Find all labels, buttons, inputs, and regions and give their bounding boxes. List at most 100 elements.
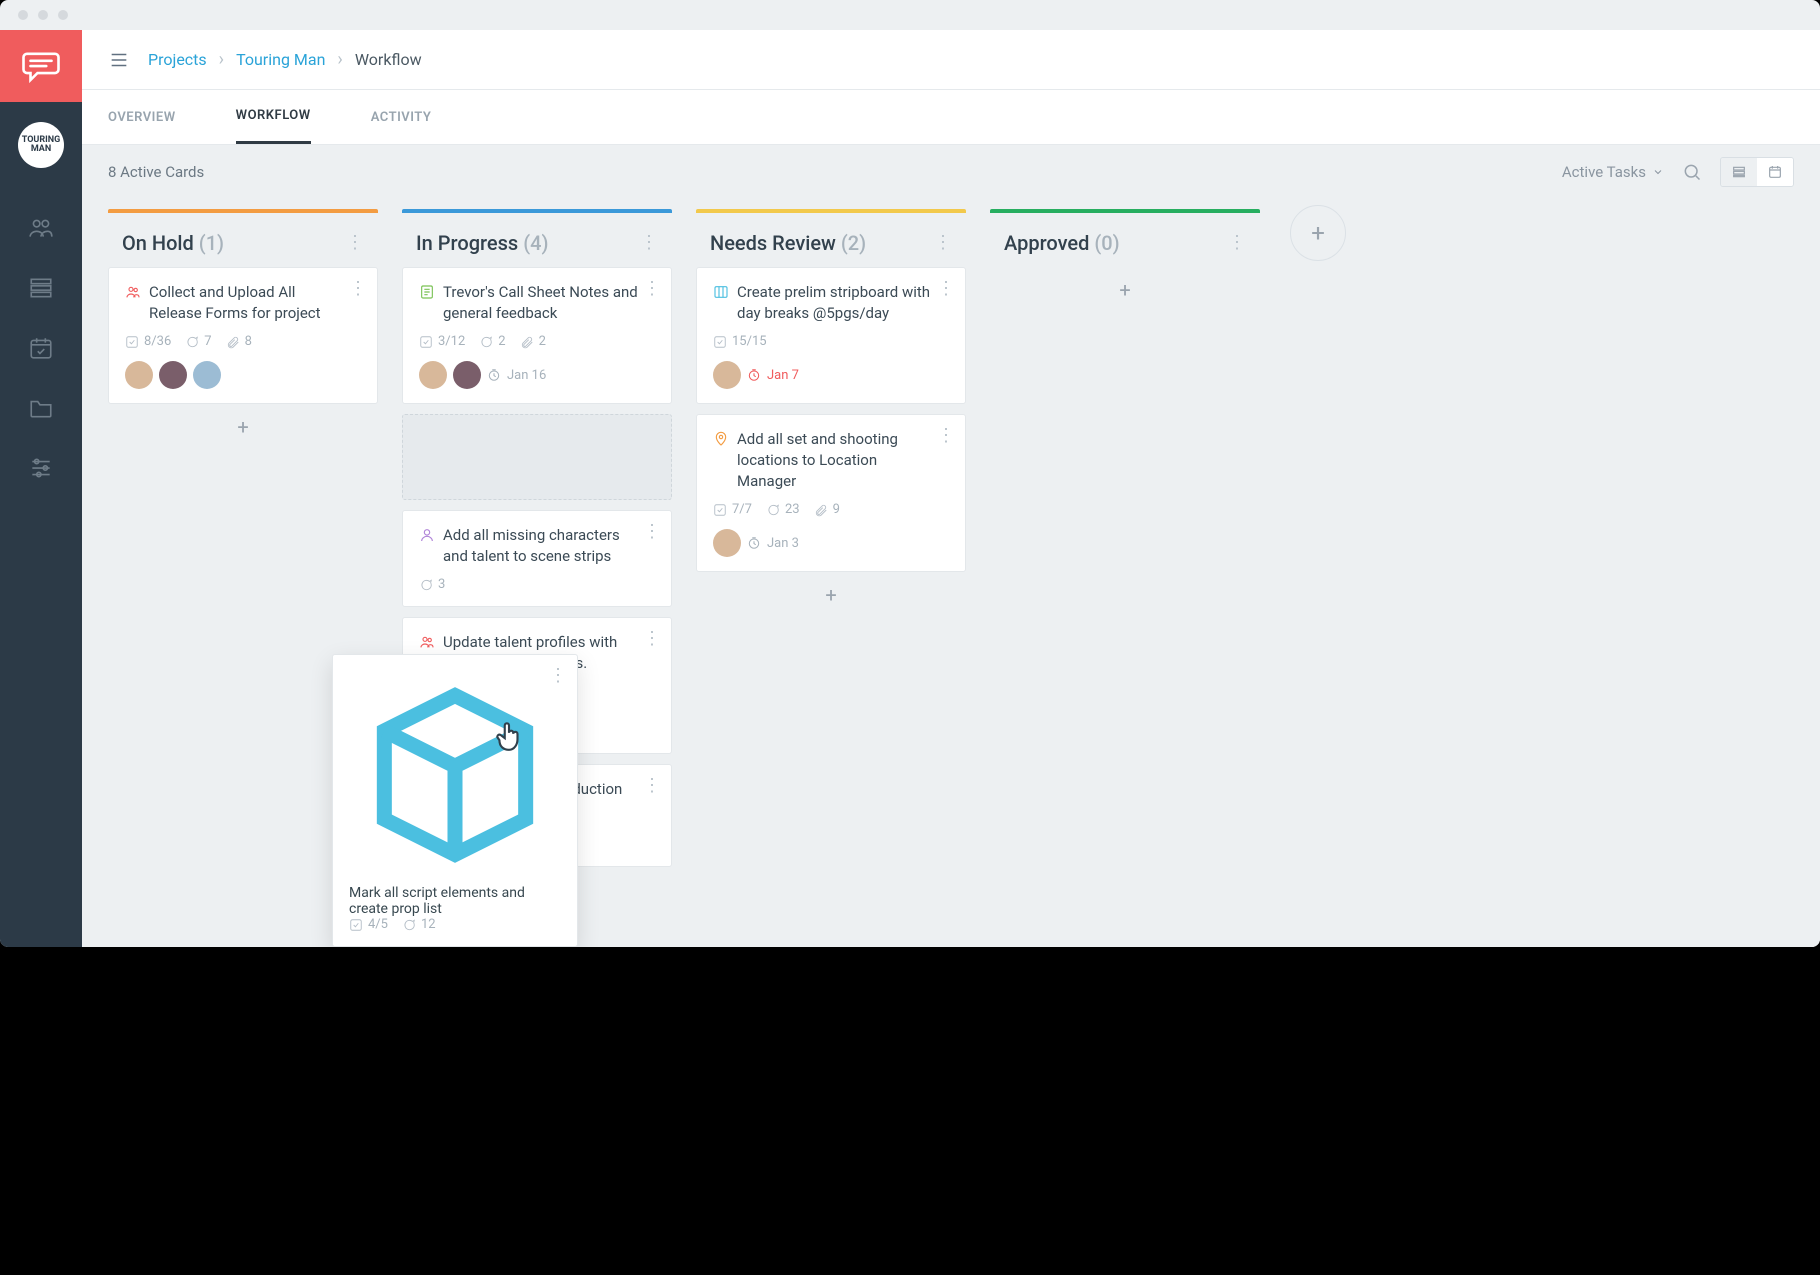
avatar <box>193 361 221 389</box>
add-card-button[interactable]: + <box>696 578 966 612</box>
column-onhold: On Hold (1)⋮⋮Collect and Upload All Rele… <box>108 209 378 444</box>
stack-icon <box>28 275 54 301</box>
people-icon <box>419 634 435 650</box>
column-title: Approved (0) <box>1004 231 1120 255</box>
nav-stack[interactable] <box>0 258 82 318</box>
nav-folder[interactable] <box>0 378 82 438</box>
column-header: Needs Review (2) ⋮ <box>696 213 966 267</box>
card-due-date: Jan 7 <box>747 368 799 383</box>
chevron-right-icon: › <box>219 49 224 70</box>
traffic-dot <box>58 10 68 20</box>
column-header: Approved (0) ⋮ <box>990 213 1260 267</box>
column-title: In Progress (4) <box>416 231 549 255</box>
view-toggle <box>1720 157 1794 187</box>
column-menu[interactable]: ⋮ <box>934 234 952 252</box>
card-title: Trevor's Call Sheet Notes and general fe… <box>443 282 655 324</box>
pin-icon <box>713 431 729 447</box>
column-title: On Hold (1) <box>122 231 224 255</box>
breadcrumb-projects[interactable]: Projects <box>148 50 207 69</box>
card-avatars: Jan 7 <box>713 361 949 389</box>
card-avatars: Jan 16 <box>419 361 655 389</box>
card-menu[interactable]: ⋮ <box>643 630 661 648</box>
column-approved: Approved (0) ⋮ + <box>990 209 1260 307</box>
char-icon <box>419 527 435 543</box>
card-title: Create prelim stripboard with day breaks… <box>737 282 949 324</box>
cube-icon <box>349 869 561 885</box>
card-menu[interactable]: ⋮ <box>349 280 367 298</box>
add-card-button[interactable]: + <box>990 273 1260 307</box>
add-column-button[interactable]: + <box>1290 205 1346 261</box>
search-button[interactable] <box>1682 162 1702 182</box>
breadcrumb-current: Workflow <box>355 50 422 69</box>
column-menu[interactable]: ⋮ <box>346 234 364 252</box>
card[interactable]: ⋮Create prelim stripboard with day break… <box>696 267 966 404</box>
window-chrome <box>0 0 1820 30</box>
filter-label: Active Tasks <box>1562 163 1646 181</box>
card-menu[interactable]: ⋮ <box>937 427 955 445</box>
brand-logo[interactable] <box>0 30 82 102</box>
tab-activity[interactable]: ACTIVITY <box>371 90 432 144</box>
chevron-right-icon: › <box>337 49 342 70</box>
card[interactable]: ⋮Collect and Upload All Release Forms fo… <box>108 267 378 404</box>
card-menu[interactable]: ⋮ <box>549 667 567 685</box>
column-header: On Hold (1) ⋮ <box>108 213 378 267</box>
people-icon <box>28 215 54 241</box>
card-title: Mark all script elements and create prop… <box>349 885 561 917</box>
card-menu[interactable]: ⋮ <box>643 777 661 795</box>
card-avatars <box>125 361 361 389</box>
column-title: Needs Review (2) <box>710 231 866 255</box>
sidebar: TOURING MAN <box>0 30 82 947</box>
breadcrumb-project[interactable]: Touring Man <box>236 50 325 69</box>
kanban-board: On Hold (1)⋮⋮Collect and Upload All Rele… <box>82 199 1820 947</box>
column-header: In Progress (4) ⋮ <box>402 213 672 267</box>
card-comments: 12 <box>402 917 436 932</box>
nav-people[interactable] <box>0 198 82 258</box>
card-comments: 2 <box>479 334 505 349</box>
card-menu[interactable]: ⋮ <box>643 523 661 541</box>
calendar-icon <box>1767 164 1783 180</box>
column-review: Needs Review (2)⋮⋮Create prelim stripboa… <box>696 209 966 612</box>
card[interactable]: ⋮Add all missing characters and talent t… <box>402 510 672 607</box>
tab-workflow[interactable]: WORKFLOW <box>236 90 311 144</box>
card-avatars: Jan 3 <box>713 529 949 557</box>
avatar <box>713 529 741 557</box>
view-calendar[interactable] <box>1757 158 1793 186</box>
card-comments: 23 <box>766 502 800 517</box>
nav-calendar[interactable] <box>0 318 82 378</box>
calendar-check-icon <box>28 335 54 361</box>
avatar <box>713 361 741 389</box>
card-title: Collect and Upload All Release Forms for… <box>149 282 361 324</box>
column-cards: ⋮Create prelim stripboard with day break… <box>696 267 966 578</box>
card-checks: 7/7 <box>713 502 752 517</box>
list-icon <box>1731 164 1747 180</box>
add-card-button[interactable]: + <box>108 410 378 444</box>
project-avatar-label: TOURING MAN <box>18 136 64 154</box>
sliders-icon <box>28 455 54 481</box>
people-icon <box>125 284 141 300</box>
main: Projects › Touring Man › Workflow OVERVI… <box>82 30 1820 947</box>
tab-overview[interactable]: OVERVIEW <box>108 90 176 144</box>
search-icon <box>1682 162 1702 182</box>
avatar <box>125 361 153 389</box>
card[interactable]: ⋮Add all set and shooting locations to L… <box>696 414 966 572</box>
breadcrumb: Projects › Touring Man › Workflow <box>148 49 422 70</box>
dragging-card[interactable]: ⋮ Mark all script elements and create pr… <box>332 654 578 947</box>
card-menu[interactable]: ⋮ <box>937 280 955 298</box>
sheet-icon <box>419 284 435 300</box>
avatar <box>419 361 447 389</box>
column-menu[interactable]: ⋮ <box>640 234 658 252</box>
menu-toggle[interactable] <box>108 49 130 71</box>
tabbar: OVERVIEW WORKFLOW ACTIVITY <box>82 90 1820 145</box>
subbar: 8 Active Cards Active Tasks <box>82 145 1820 199</box>
nav-sliders[interactable] <box>0 438 82 498</box>
view-board[interactable] <box>1721 158 1757 186</box>
card-comments: 7 <box>185 334 211 349</box>
project-avatar[interactable]: TOURING MAN <box>18 122 64 168</box>
filter-dropdown[interactable]: Active Tasks <box>1562 163 1664 181</box>
card-menu[interactable]: ⋮ <box>643 280 661 298</box>
active-cards-count: 8 Active Cards <box>108 163 204 181</box>
traffic-dot <box>18 10 28 20</box>
card[interactable]: ⋮Trevor's Call Sheet Notes and general f… <box>402 267 672 404</box>
column-menu[interactable]: ⋮ <box>1228 234 1246 252</box>
avatar <box>159 361 187 389</box>
